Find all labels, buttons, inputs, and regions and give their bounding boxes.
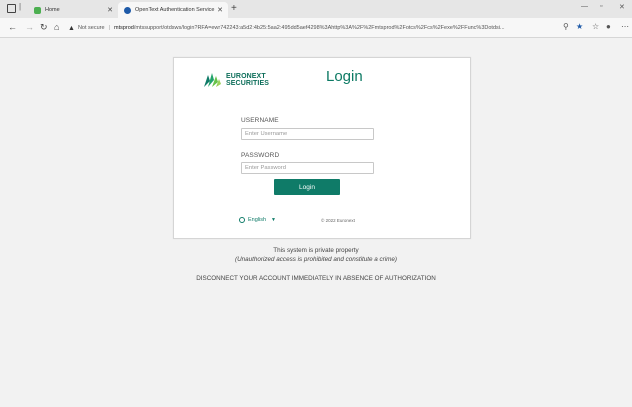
tab-home[interactable]: Home ✕ <box>28 2 118 18</box>
tab-label: Home <box>45 7 60 13</box>
notice-unauthorized-text: (Unauthorized access is prohibited and c… <box>234 256 398 263</box>
notice-disconnect: DISCONNECT YOUR ACCOUNT IMMEDIATELY IN A… <box>196 275 436 282</box>
copyright-text: © 2022 Euronext <box>321 218 355 223</box>
login-card: EURONEXT SECURITIES Login USERNAME PASSW… <box>173 57 471 239</box>
url-text: mtsprod/mtssupport/otdsws/login?RFA=ewr7… <box>114 25 505 31</box>
address-bar[interactable]: ▲ Not secure | mtsprod/mtssupport/otdsws… <box>68 21 578 35</box>
globe-icon <box>239 217 245 223</box>
browser-tab-bar: | Home ✕ OpenText Authentication Service… <box>0 0 632 18</box>
security-label: Not secure <box>77 25 105 31</box>
password-input[interactable] <box>241 162 374 174</box>
address-separator: | <box>108 25 110 31</box>
brand-line-2: SECURITIES <box>226 80 270 87</box>
euronext-logo: EURONEXT SECURITIES <box>203 72 269 88</box>
url-host: mtsprod <box>113 25 134 31</box>
euronext-logo-icon <box>204 73 221 87</box>
login-title: Login <box>326 68 363 85</box>
password-label: PASSWORD <box>241 152 280 159</box>
notice-unauthorized: (Unauthorized access is prohibited and c… <box>0 256 632 263</box>
collections-icon[interactable]: ☆ <box>592 22 599 31</box>
home-favicon-icon <box>34 6 41 14</box>
login-button[interactable]: Login <box>274 179 340 195</box>
profile-avatar-icon[interactable]: ● <box>606 22 611 31</box>
tab-authentication[interactable]: OpenText Authentication Service ✕ <box>118 2 228 18</box>
brand-line-1: EURONEXT <box>226 72 266 80</box>
window-close-icon[interactable]: ✕ <box>619 3 625 11</box>
more-menu-icon[interactable]: ⋯ <box>621 22 629 31</box>
chevron-down-icon: ▼ <box>271 217 276 223</box>
restore-icon[interactable]: ▫ <box>600 3 602 10</box>
notice-private-property: This system is private property <box>273 247 359 254</box>
username-label: USERNAME <box>241 117 279 124</box>
close-icon[interactable]: ✕ <box>105 6 115 14</box>
refresh-icon[interactable]: ↻ <box>40 22 48 33</box>
favorite-star-icon[interactable]: ★ <box>576 22 583 31</box>
tab-label: OpenText Authentication Service <box>135 7 215 13</box>
language-label: English <box>248 217 267 223</box>
forward-icon[interactable]: → <box>25 22 34 32</box>
auth-favicon-icon <box>124 6 131 14</box>
close-icon[interactable]: ✕ <box>215 6 225 14</box>
home-icon[interactable]: ⌂ <box>54 22 59 32</box>
divider: | <box>19 2 22 11</box>
browser-toolbar: ← → ↻ ⌂ ▲ Not secure | mtsprod/mtssuppor… <box>0 18 632 38</box>
username-input[interactable] <box>241 128 374 140</box>
tab-actions-icon[interactable] <box>7 4 16 13</box>
read-aloud-icon[interactable]: ⚲ <box>563 22 569 31</box>
url-path: /mtssupport/otdsws/login?RFA=ewr742243:a… <box>133 25 505 31</box>
language-selector[interactable]: English ▼ <box>239 217 276 223</box>
warning-icon: ▲ <box>68 24 75 32</box>
minimize-icon[interactable]: — <box>581 3 588 10</box>
back-icon[interactable]: ← <box>8 22 17 32</box>
new-tab-button[interactable]: + <box>231 3 237 14</box>
